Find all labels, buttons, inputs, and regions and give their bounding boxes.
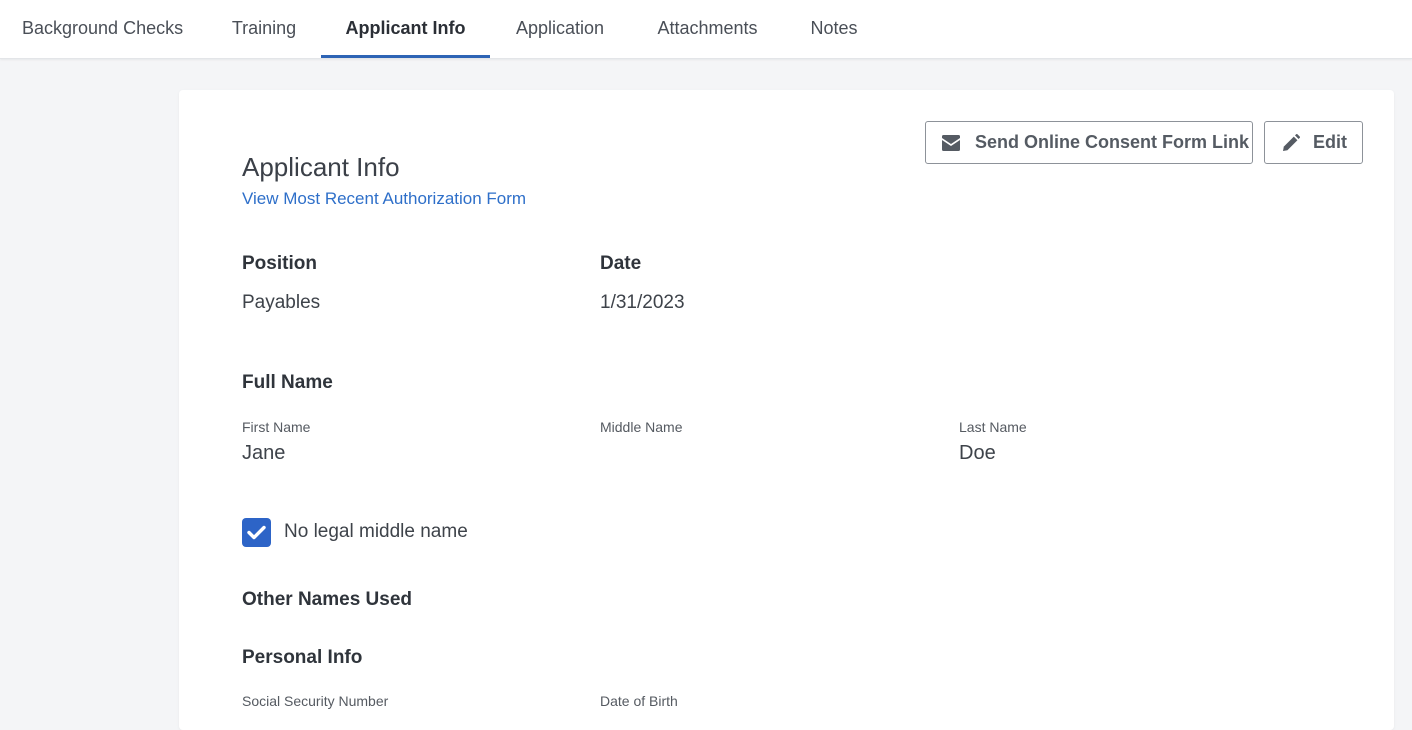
- envelope-icon: [942, 134, 960, 151]
- checkmark-icon: [247, 525, 266, 540]
- tab-application[interactable]: Application: [514, 0, 606, 58]
- position-value: Payables: [242, 292, 321, 313]
- full-name-heading: Full Name: [242, 372, 333, 393]
- date-value: 1/31/2023: [600, 292, 685, 313]
- position-label: Position: [242, 253, 317, 274]
- no-middle-name-checkbox[interactable]: [242, 518, 271, 547]
- other-names-heading: Other Names Used: [242, 589, 413, 610]
- edit-button[interactable]: Edit: [1264, 121, 1363, 164]
- tab-attachments[interactable]: Attachments: [655, 0, 760, 58]
- tab-background-checks[interactable]: Background Checks: [22, 0, 183, 58]
- first-name-value: Jane: [242, 442, 286, 464]
- view-authorization-form-link[interactable]: View Most Recent Authorization Form: [242, 189, 526, 209]
- tab-notes[interactable]: Notes: [809, 0, 859, 58]
- pencil-icon: [1283, 133, 1300, 151]
- edit-label: Edit: [1313, 132, 1347, 152]
- ssn-label: Social Security Number: [242, 693, 389, 709]
- send-consent-form-label: Send Online Consent Form Link: [975, 132, 1250, 152]
- tab-bar: Background Checks Training Applicant Inf…: [0, 0, 1412, 59]
- first-name-label: First Name: [242, 419, 311, 435]
- applicant-info-card: Send Online Consent Form Link Edit Appli…: [179, 90, 1394, 730]
- middle-name-label: Middle Name: [600, 419, 683, 435]
- tab-applicant-info[interactable]: Applicant Info: [321, 0, 490, 58]
- no-middle-name-label[interactable]: No legal middle name: [284, 521, 468, 543]
- send-consent-form-button[interactable]: Send Online Consent Form Link: [925, 121, 1253, 164]
- page-title: Applicant Info: [242, 152, 400, 182]
- dob-label: Date of Birth: [600, 693, 678, 709]
- personal-info-heading: Personal Info: [242, 647, 363, 668]
- date-label: Date: [600, 253, 642, 274]
- last-name-value: Doe: [959, 442, 996, 464]
- last-name-label: Last Name: [959, 419, 1027, 435]
- tab-training[interactable]: Training: [231, 0, 297, 58]
